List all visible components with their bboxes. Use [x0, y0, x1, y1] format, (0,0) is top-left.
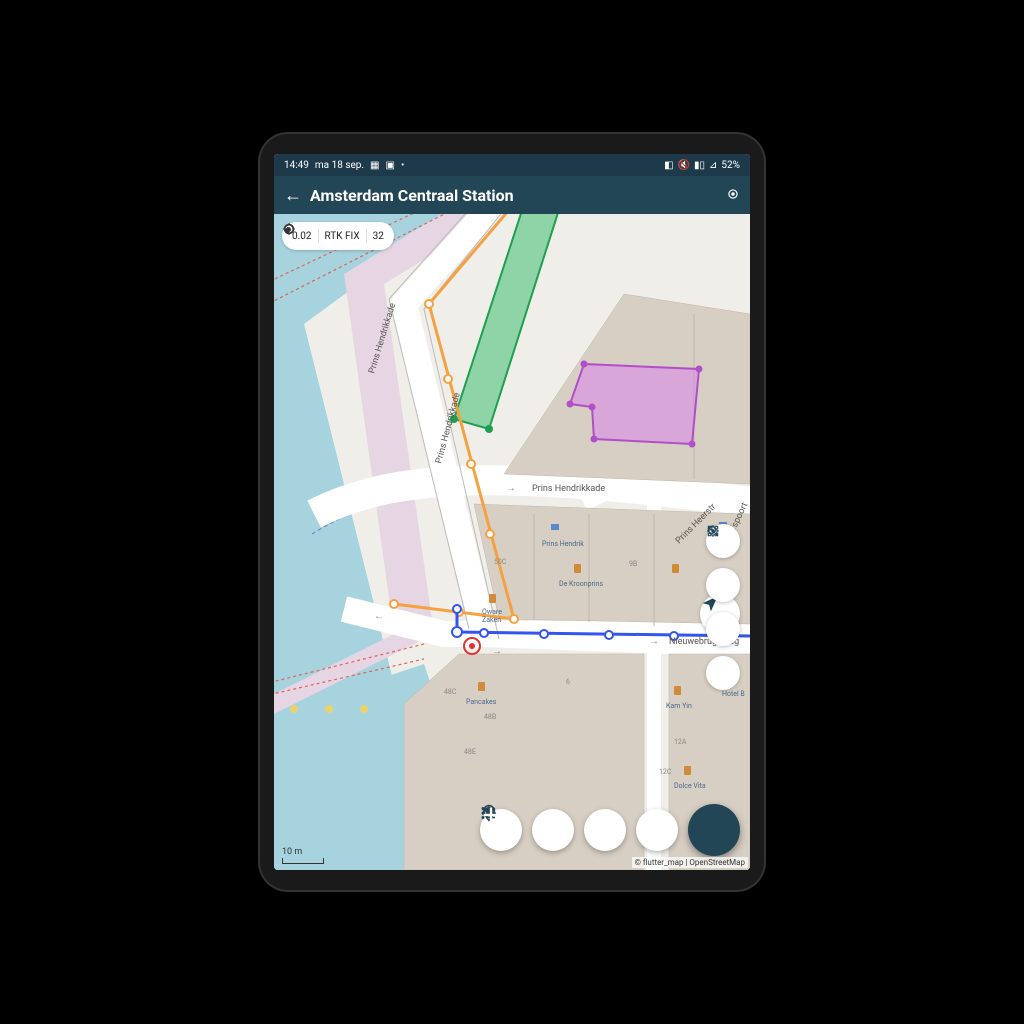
map-controls-column	[706, 524, 740, 690]
svg-text:48E: 48E	[464, 748, 476, 756]
svg-text:12A: 12A	[674, 738, 687, 746]
svg-text:50C: 50C	[494, 558, 507, 566]
svg-text:→: →	[492, 646, 502, 657]
pin-button[interactable]	[636, 809, 678, 851]
status-picture-icon: ▣	[386, 160, 395, 171]
svg-text:Prins Hendrikkade: Prins Hendrikkade	[532, 484, 605, 494]
svg-text:De Kroonprins: De Kroonprins	[559, 580, 603, 588]
wifi-icon: ⊿	[709, 160, 717, 171]
svg-text:Pancakes: Pancakes	[466, 698, 497, 706]
status-apps-icon: ▦	[370, 160, 379, 171]
gps-status-pill[interactable]: 0.02 RTK FIX 32	[282, 222, 394, 250]
signal-icon: ▮▯	[694, 160, 705, 171]
battery-saver-icon: ◧	[664, 160, 673, 171]
svg-text:6: 6	[566, 678, 570, 686]
svg-text:→: →	[506, 483, 516, 494]
plus-icon	[480, 804, 502, 826]
mute-icon: 🔇	[678, 160, 690, 171]
gps-mode: RTK FIX	[325, 231, 360, 242]
locate-icon	[706, 524, 720, 538]
scale-label: 10 m	[282, 847, 302, 857]
page-title: Amsterdam Centraal Station	[310, 186, 514, 205]
map-attribution: © flutter_map | OpenStreetMap	[632, 857, 748, 868]
tablet-frame: 14:49 ma 18 sep. ▦ ▣ • ◧ 🔇 ▮▯ ⊿ 52% ← Am…	[260, 134, 764, 890]
svg-text:Kam Yin: Kam Yin	[666, 702, 692, 710]
bottom-actions	[480, 804, 740, 856]
battery-label: 52%	[721, 160, 740, 171]
screen: 14:49 ma 18 sep. ▦ ▣ • ◧ 🔇 ▮▯ ⊿ 52% ← Am…	[274, 154, 750, 870]
status-bar: 14:49 ma 18 sep. ▦ ▣ • ◧ 🔇 ▮▯ ⊿ 52%	[274, 154, 750, 176]
layers-button[interactable]	[532, 809, 574, 851]
svg-text:Prins Hendrik: Prins Hendrik	[542, 540, 584, 548]
svg-text:OwareZaken: OwareZaken	[482, 608, 502, 624]
svg-text:48C: 48C	[444, 688, 457, 696]
zoom-in-button[interactable]	[706, 568, 740, 602]
svg-text:→: →	[649, 636, 659, 647]
map-svg: →→→← Prins Hendrikkade Prins Hendrikkade…	[274, 214, 750, 870]
app-bar: ← Amsterdam Centraal Station	[274, 176, 750, 214]
svg-text:Dolce Vita: Dolce Vita	[674, 782, 706, 790]
map-canvas[interactable]: →→→← Prins Hendrikkade Prins Hendrikkade…	[274, 214, 750, 870]
recenter-button[interactable]	[706, 656, 740, 690]
gps-sats: 32	[373, 231, 384, 242]
zoom-out-button[interactable]	[706, 612, 740, 646]
back-button[interactable]: ←	[284, 185, 302, 206]
svg-text:←: ←	[374, 611, 384, 622]
svg-text:Hotel B: Hotel B	[722, 690, 745, 698]
status-time: 14:49	[284, 160, 309, 171]
list-button[interactable]	[584, 809, 626, 851]
satellite-icon	[282, 222, 296, 236]
svg-text:9B: 9B	[629, 560, 637, 568]
svg-text:12C: 12C	[659, 768, 672, 776]
status-date: ma 18 sep.	[315, 160, 364, 171]
locate-button[interactable]	[726, 186, 740, 205]
scale-bar: 10 m	[282, 847, 324, 864]
svg-text:48B: 48B	[484, 713, 496, 721]
add-button[interactable]	[688, 804, 740, 856]
